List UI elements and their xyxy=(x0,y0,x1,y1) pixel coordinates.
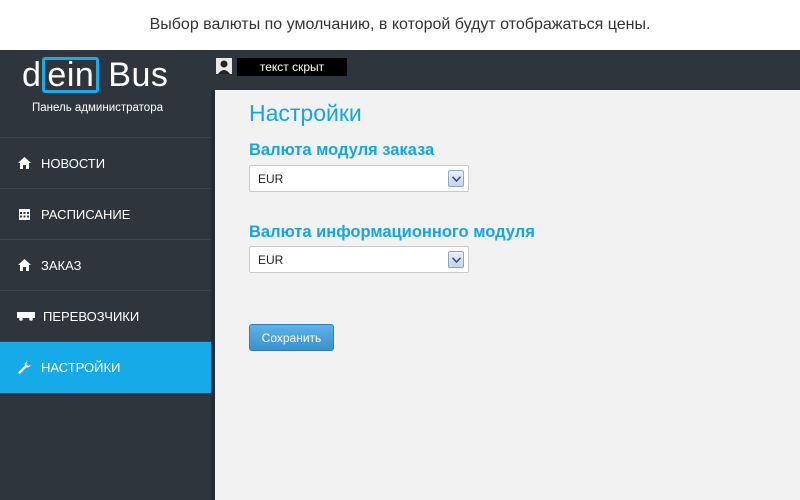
user-name[interactable]: текст скрыт xyxy=(237,58,347,76)
sidebar-item-label: ЗАКАЗ xyxy=(41,257,82,273)
truck-icon xyxy=(17,309,35,323)
save-button[interactable]: Сохранить xyxy=(249,324,334,351)
sidebar-item-schedule[interactable]: РАСПИСАНИЕ xyxy=(0,189,213,240)
calendar-icon xyxy=(17,207,31,221)
top-bar: текст скрыт xyxy=(213,50,800,90)
order-currency-select[interactable]: EUR xyxy=(249,165,469,192)
sidebar-item-label: РАСПИСАНИЕ xyxy=(41,206,131,222)
order-currency-value: EUR xyxy=(258,171,284,186)
sidebar: d ein Bus Панель администратора НОВОСТИ РА… xyxy=(0,50,213,500)
sidebar-nav: НОВОСТИ РАСПИСАНИЕ ЗАКАЗ ПЕРЕВОЗЧИКИ НАС… xyxy=(0,137,213,393)
chevron-down-icon[interactable] xyxy=(448,251,464,268)
info-currency-select[interactable]: EUR xyxy=(249,246,469,273)
order-currency-label: Валюта модуля заказа xyxy=(249,141,435,159)
sidebar-item-carriers[interactable]: ПЕРЕВОЗЧИКИ xyxy=(0,291,213,342)
logo: d ein Bus xyxy=(22,55,168,95)
settings-content: Настройки Валюта модуля заказа EUR Валют… xyxy=(215,90,800,500)
instruction-caption: Выбор валюты по умолчанию, в которой буд… xyxy=(0,0,800,50)
wrench-icon xyxy=(17,360,31,374)
info-currency-label: Валюта информационного модуля xyxy=(249,223,535,241)
home-icon xyxy=(17,156,31,170)
page-title: Настройки xyxy=(249,100,362,126)
sidebar-item-settings[interactable]: НАСТРОЙКИ xyxy=(0,342,213,393)
sidebar-subtitle: Панель администратора xyxy=(31,102,163,114)
sidebar-item-label: НАСТРОЙКИ xyxy=(41,359,121,375)
admin-app: d ein Bus Панель администратора НОВОСТИ РА… xyxy=(0,50,800,500)
home-icon xyxy=(17,258,31,272)
sidebar-item-news[interactable]: НОВОСТИ xyxy=(0,138,213,189)
sidebar-item-label: ПЕРЕВОЗЧИКИ xyxy=(43,308,140,324)
logo-part-bus: Bus xyxy=(108,55,169,94)
user-avatar-icon xyxy=(216,58,232,74)
logo-part-d: d xyxy=(22,55,42,94)
sidebar-item-label: НОВОСТИ xyxy=(41,155,106,171)
sidebar-item-order[interactable]: ЗАКАЗ xyxy=(0,240,213,291)
info-currency-value: EUR xyxy=(258,252,284,267)
logo-part-ein: ein xyxy=(42,57,100,93)
chevron-down-icon[interactable] xyxy=(448,170,464,187)
